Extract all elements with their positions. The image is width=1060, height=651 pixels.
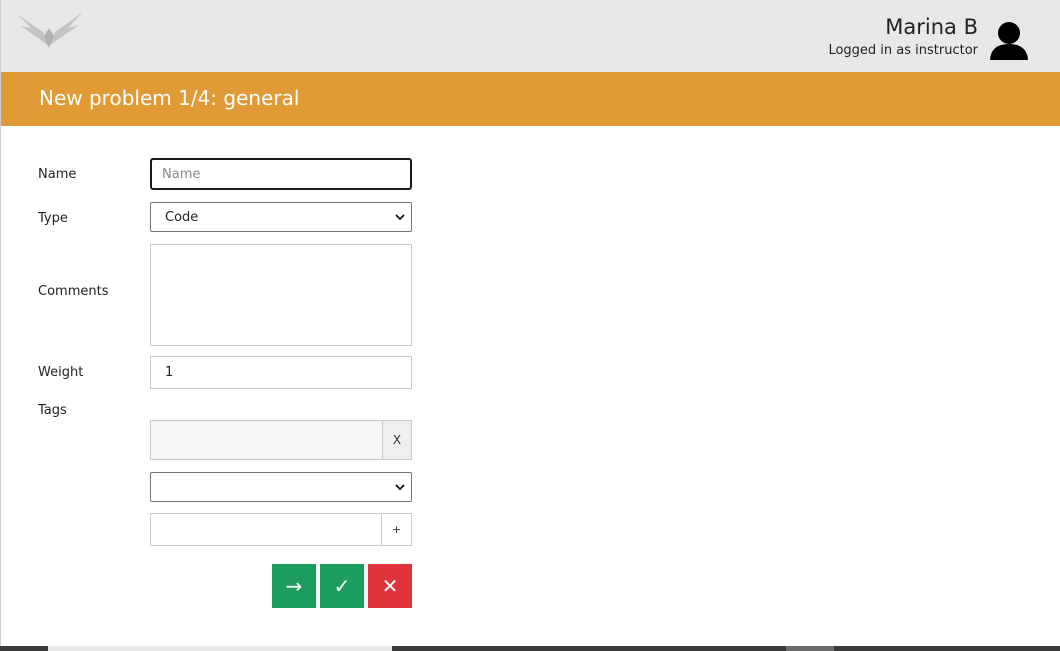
user-name: Marina B	[885, 15, 978, 39]
save-button[interactable]: ✓	[320, 564, 364, 608]
name-label: Name	[38, 167, 77, 182]
chevron-down-icon	[395, 214, 405, 221]
type-select-value: Code	[165, 209, 199, 225]
remove-tag-button[interactable]: X	[382, 421, 411, 459]
scrollbar-segment	[786, 646, 834, 651]
tags-list[interactable]: X	[150, 420, 412, 460]
weight-value: 1	[165, 365, 174, 380]
wings-logo-icon[interactable]	[13, 10, 85, 50]
type-label: Type	[38, 211, 68, 226]
page-title: New problem 1/4: general	[39, 86, 300, 110]
scrollbar-thumb[interactable]	[48, 646, 392, 651]
page-header: New problem 1/4: general	[0, 72, 1060, 126]
weight-input[interactable]: 1	[150, 356, 412, 389]
user-role: Logged in as instructor	[828, 43, 978, 58]
top-bar: Marina B Logged in as instructor	[0, 0, 1060, 72]
next-button[interactable]: →	[272, 564, 316, 608]
type-select[interactable]: Code	[150, 202, 412, 232]
add-tag-button[interactable]: +	[381, 514, 411, 545]
bottom-scrollbar	[0, 646, 1060, 651]
user-avatar-icon[interactable]	[988, 20, 1030, 60]
weight-label: Weight	[38, 365, 84, 380]
name-input[interactable]	[150, 158, 412, 190]
new-tag-input[interactable]: +	[150, 513, 412, 546]
tags-label: Tags	[38, 403, 67, 418]
tag-select[interactable]	[150, 472, 412, 502]
chevron-down-icon	[395, 484, 405, 491]
cancel-button[interactable]: ✕	[368, 564, 412, 608]
comments-label: Comments	[38, 284, 109, 299]
comments-textarea[interactable]	[150, 244, 412, 346]
